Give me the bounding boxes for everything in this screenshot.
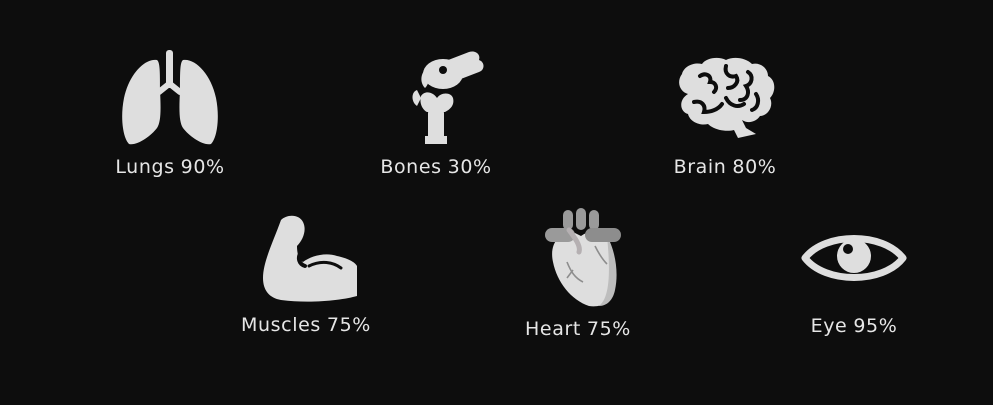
anatomical-heart-icon	[545, 208, 621, 307]
lungs-icon	[122, 50, 218, 145]
organ-item-brain: Brain 80%	[645, 54, 805, 178]
organ-label-brain: Brain 80%	[673, 156, 777, 178]
organ-item-eye: Eye 95%	[774, 228, 934, 337]
organ-item-lungs: Lungs 90%	[90, 50, 250, 178]
organ-health-panel: Lungs 90% Bones 30% Brain 80% Muscles 75…	[0, 0, 993, 405]
organ-item-bones: Bones 30%	[356, 48, 516, 178]
organ-label-bones: Bones 30%	[380, 156, 492, 178]
organ-label-heart: Heart 75%	[525, 318, 631, 340]
organ-label-muscles: Muscles 75%	[241, 314, 371, 336]
organ-item-muscles: Muscles 75%	[226, 212, 386, 336]
organ-label-lungs: Lungs 90%	[115, 156, 225, 178]
brain-icon	[679, 57, 775, 139]
organ-item-heart: Heart 75%	[498, 206, 658, 340]
bone-joint-icon	[412, 51, 484, 144]
flexed-arm-icon	[263, 215, 357, 302]
organ-label-eye: Eye 95%	[810, 315, 898, 337]
eye-icon	[801, 235, 907, 281]
